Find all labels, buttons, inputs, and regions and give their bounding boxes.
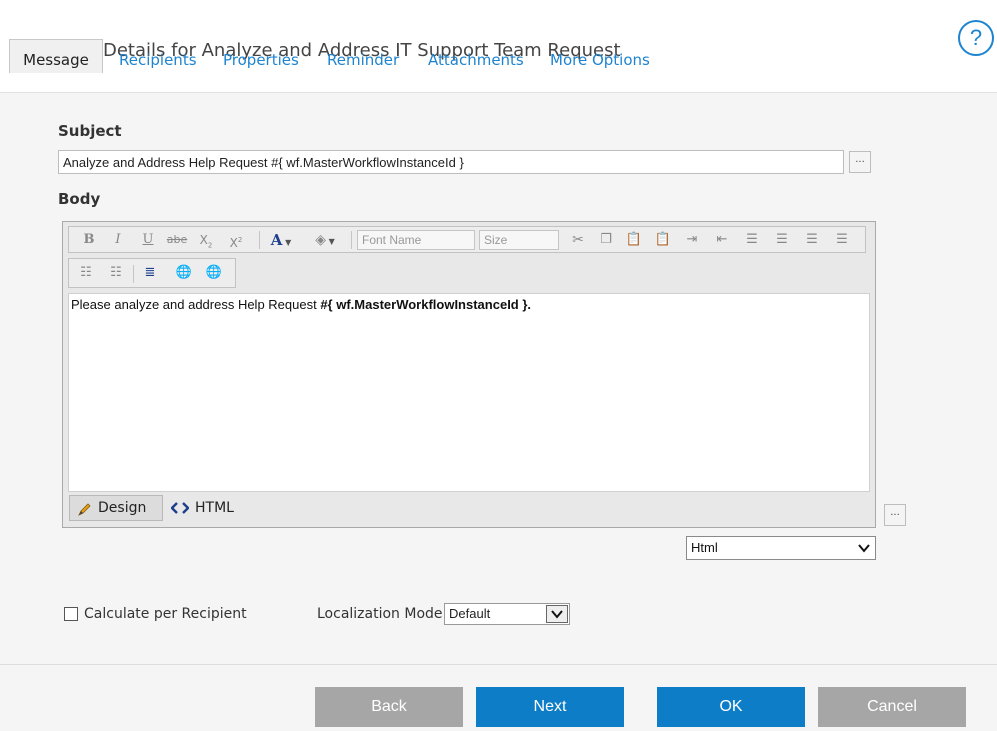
calculate-per-recipient-label: Calculate per Recipient — [84, 606, 247, 622]
html-mode-tab[interactable]: HTML — [167, 495, 234, 521]
align-left-icon[interactable]: ☰ — [743, 230, 761, 250]
body-text-token: #{ wf.MasterWorkflowInstanceId }. — [320, 297, 532, 312]
font-name-field[interactable]: Font Name — [357, 230, 475, 250]
subject-input[interactable] — [58, 150, 844, 174]
bulleted-list-icon[interactable]: ☷ — [107, 263, 125, 283]
tab-properties[interactable]: Properties — [223, 51, 299, 69]
tab-attachments[interactable]: Attachments — [428, 51, 524, 69]
align-right-icon[interactable]: ☰ — [803, 230, 821, 250]
italic-icon[interactable]: I — [111, 230, 125, 250]
code-icon — [171, 502, 189, 514]
body-text: Please analyze and address Help Request — [71, 297, 321, 312]
remove-link-icon[interactable]: 🌐 — [203, 263, 225, 283]
font-color-icon[interactable]: A ▼ — [267, 230, 295, 250]
editor-toolbar: B I U abe X2 X2 A ▼ ◈ ▼ Font Name Size ✂… — [68, 226, 866, 253]
paste-from-word-icon[interactable]: 📋 — [653, 230, 673, 250]
insert-paragraph-icon[interactable]: ≣ — [141, 263, 159, 283]
font-size-field[interactable]: Size — [479, 230, 559, 250]
indent-icon[interactable]: ⇥ — [683, 230, 701, 250]
tab-message[interactable]: Message — [9, 39, 103, 73]
cancel-button[interactable]: Cancel — [818, 687, 966, 727]
paste-icon[interactable]: 📋 — [625, 230, 643, 250]
question-icon: ? — [969, 25, 983, 50]
toolbar-separator — [259, 231, 260, 249]
toolbar-separator — [133, 265, 134, 283]
next-button[interactable]: Next — [476, 687, 624, 727]
chevron-down-icon — [551, 610, 563, 619]
numbered-list-icon[interactable]: ☷ — [77, 263, 95, 283]
body-format-value: Html — [691, 540, 718, 555]
underline-icon[interactable]: U — [141, 230, 155, 250]
outdent-icon[interactable]: ⇤ — [713, 230, 731, 250]
cut-icon[interactable]: ✂ — [569, 230, 587, 250]
copy-icon[interactable]: ❐ — [597, 230, 615, 250]
body-edit-area[interactable]: Please analyze and address Help Request … — [68, 293, 870, 492]
dialog-header: Message Details for Analyze and Address … — [0, 0, 997, 93]
localization-dropdown-button[interactable] — [546, 605, 568, 623]
design-mode-label: Design — [98, 500, 147, 516]
tab-more-options[interactable]: More Options — [550, 51, 650, 69]
superscript-icon[interactable]: X2 — [227, 230, 245, 250]
localization-mode-select[interactable]: Default — [444, 603, 570, 625]
rich-text-editor: B I U abe X2 X2 A ▼ ◈ ▼ Font Name Size ✂… — [62, 221, 876, 528]
pencil-icon — [78, 503, 91, 516]
align-justify-icon[interactable]: ☰ — [833, 230, 851, 250]
align-center-icon[interactable]: ☰ — [773, 230, 791, 250]
tab-reminder[interactable]: Reminder — [327, 51, 399, 69]
insert-link-icon[interactable]: 🌐 — [173, 263, 195, 283]
subscript-icon[interactable]: X2 — [197, 230, 215, 250]
body-format-select[interactable]: Html — [686, 536, 876, 560]
html-mode-label: HTML — [195, 500, 234, 516]
design-mode-tab[interactable]: Design — [69, 495, 163, 521]
calculate-per-recipient-checkbox[interactable] — [64, 607, 78, 621]
editor-toolbar-secondary: ☷ ☷ ≣ 🌐 🌐 — [68, 258, 236, 288]
tab-recipients[interactable]: Recipients — [119, 51, 197, 69]
highlight-color-icon[interactable]: ◈ ▼ — [309, 230, 341, 250]
body-more-button[interactable]: ... — [884, 504, 906, 526]
bold-icon[interactable]: B — [81, 230, 97, 250]
chevron-down-icon — [858, 544, 870, 553]
localization-mode-label: Localization Mode — [317, 606, 443, 622]
footer-divider — [0, 664, 997, 665]
back-button[interactable]: Back — [315, 687, 463, 727]
strikethrough-icon[interactable]: abe — [165, 230, 189, 250]
body-label: Body — [58, 190, 101, 208]
localization-mode-value: Default — [449, 606, 491, 621]
ok-button[interactable]: OK — [657, 687, 805, 727]
subject-label: Subject — [58, 122, 122, 140]
toolbar-separator — [351, 231, 352, 249]
help-button[interactable]: ? — [958, 20, 994, 56]
subject-more-button[interactable]: ... — [849, 151, 871, 173]
